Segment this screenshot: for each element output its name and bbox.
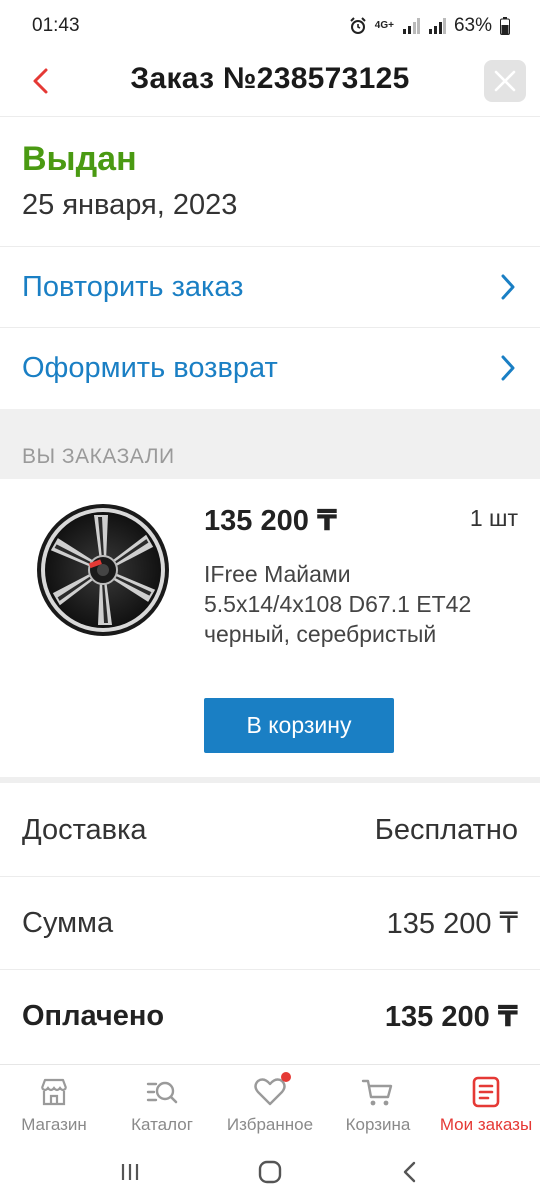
nav-item-favorites[interactable]: Избранное xyxy=(216,1065,324,1145)
status-time: 01:43 xyxy=(32,15,80,36)
add-to-cart-button[interactable]: В корзину xyxy=(204,698,394,753)
nav-label: Мои заказы xyxy=(439,1115,533,1134)
orders-icon xyxy=(469,1075,503,1109)
home-icon[interactable] xyxy=(257,1159,283,1185)
product-price: 135 200 ₸ xyxy=(204,505,338,537)
cart-icon xyxy=(361,1075,395,1109)
chevron-right-icon xyxy=(501,274,515,300)
recent-apps-icon[interactable] xyxy=(118,1160,142,1184)
summary-label: Доставка xyxy=(22,813,147,846)
return-order-button[interactable]: Оформить возврат xyxy=(0,328,540,408)
summary-value: 135 200 ₸ xyxy=(386,907,518,940)
nav-item-catalog[interactable]: Каталог xyxy=(108,1065,216,1145)
notification-dot xyxy=(281,1072,291,1082)
summary-label: Оплачено xyxy=(22,999,165,1032)
repeat-order-label: Повторить заказ xyxy=(22,270,244,303)
battery-level: 63% xyxy=(453,15,492,36)
status-icons: 4G+ 63% xyxy=(349,15,510,37)
product-card: 135 200 ₸ 1 шт IFree Майами 5.5x14/4x108… xyxy=(0,479,540,779)
nav-label: Корзина xyxy=(345,1115,411,1134)
back-nav-icon[interactable] xyxy=(398,1160,422,1184)
product-name[interactable]: IFree Майами 5.5x14/4x108 D67.1 ET42 чер… xyxy=(204,559,484,649)
catalog-search-icon xyxy=(145,1075,179,1109)
ordered-section-header: ВЫ ЗАКАЗАЛИ xyxy=(0,409,540,479)
order-date: 25 января, 2023 xyxy=(22,189,238,221)
summary-row-delivery: Доставка Бесплатно xyxy=(0,784,540,876)
nav-label: Избранное xyxy=(226,1115,314,1134)
repeat-order-button[interactable]: Повторить заказ xyxy=(0,247,540,327)
app-header: Заказ №238573125 xyxy=(0,52,540,117)
page-title: Заказ №238573125 xyxy=(130,62,410,95)
product-image[interactable] xyxy=(34,501,172,639)
nav-label: Каталог xyxy=(131,1115,193,1134)
summary-label: Сумма xyxy=(22,906,114,939)
signal-icon-2 xyxy=(428,18,446,34)
store-icon xyxy=(37,1075,71,1109)
nav-item-orders[interactable]: Мои заказы xyxy=(432,1065,540,1145)
nav-item-cart[interactable]: Корзина xyxy=(324,1065,432,1145)
summary-row-paid: Оплачено 135 200 ₸ xyxy=(0,970,540,1062)
signal-icon xyxy=(402,18,420,34)
nav-label: Магазин xyxy=(21,1115,87,1134)
bottom-navigation: Магазин Каталог Избранное Корзина Мои за… xyxy=(0,1064,540,1145)
chevron-right-icon xyxy=(501,355,515,381)
network-type: 4G+ xyxy=(374,20,394,31)
summary-row-total: Сумма 135 200 ₸ xyxy=(0,877,540,969)
return-order-label: Оформить возврат xyxy=(22,351,278,384)
close-button[interactable] xyxy=(484,60,526,102)
system-navigation-bar xyxy=(0,1144,540,1200)
product-quantity: 1 шт xyxy=(469,505,518,531)
section-title: ВЫ ЗАКАЗАЛИ xyxy=(22,445,175,468)
divider xyxy=(0,777,540,783)
order-status-block: Выдан 25 января, 2023 xyxy=(22,140,237,222)
alarm-icon xyxy=(350,17,366,34)
status-bar: 01:43 4G+ 63% xyxy=(0,0,540,52)
close-icon xyxy=(494,70,516,92)
summary-value: 135 200 ₸ xyxy=(384,1000,518,1033)
nav-item-store[interactable]: Магазин xyxy=(0,1065,108,1145)
heart-icon xyxy=(253,1072,291,1109)
order-status: Выдан xyxy=(22,140,137,178)
summary-value: Бесплатно xyxy=(374,813,518,846)
battery-icon xyxy=(500,17,510,35)
wheel-image xyxy=(37,504,169,636)
